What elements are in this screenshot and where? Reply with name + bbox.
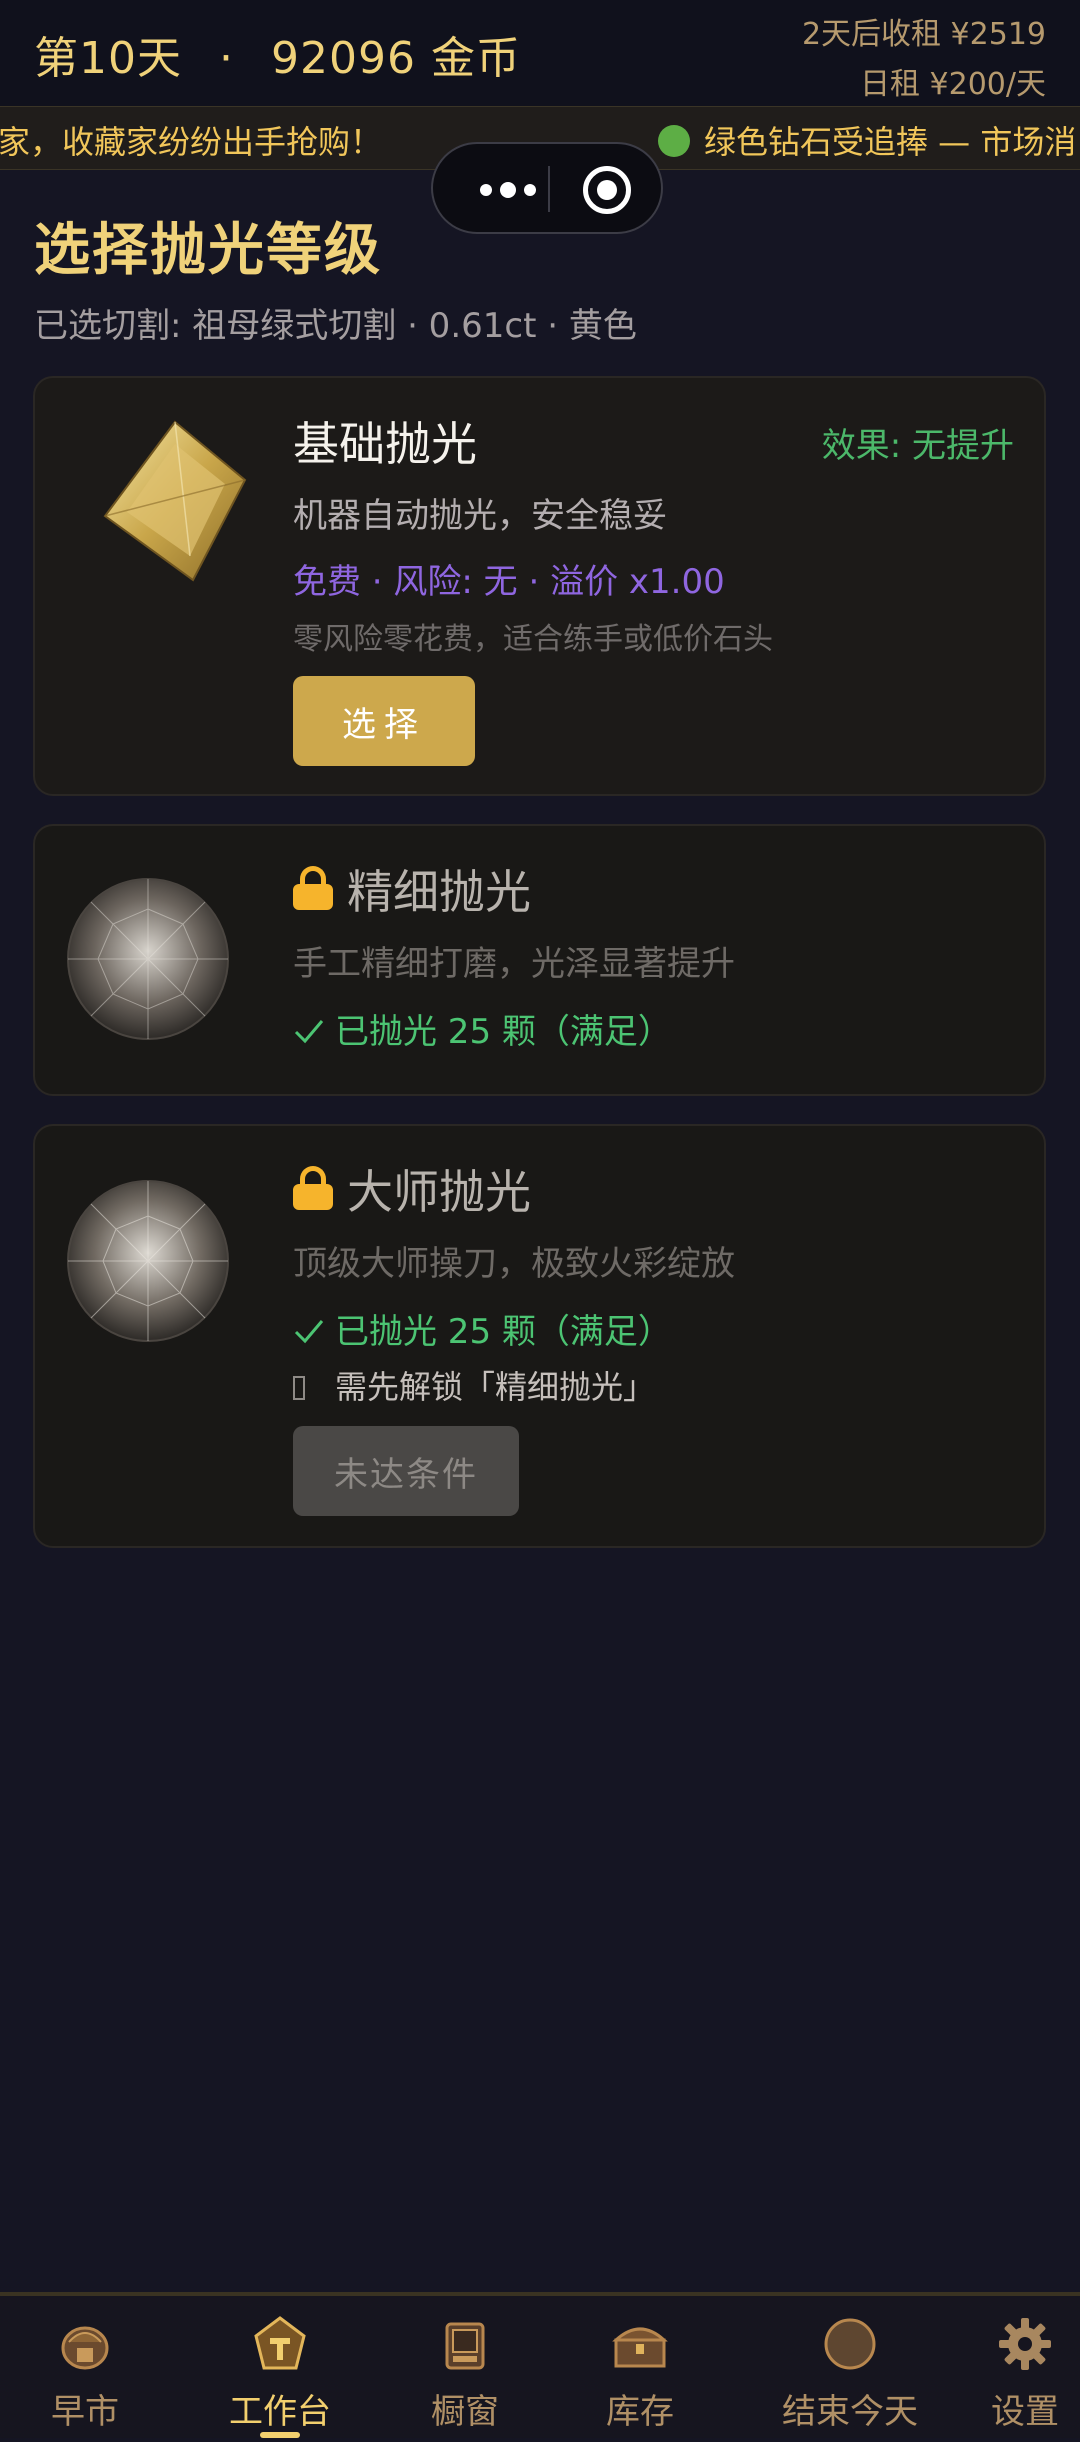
option-title-row: 精细抛光 [293,856,531,922]
lock-icon [293,866,333,910]
capsule-divider [548,166,550,212]
option-description: 手工精细打磨，光泽显著提升 [293,944,735,984]
showcase-icon [445,2322,485,2370]
polish-option-fine: 精细抛光 手工精细打磨，光泽显著提升 已抛光 25 颗（满足） [33,824,1046,1096]
yellow-diamond-icon [103,420,247,582]
market-icon [61,2326,109,2370]
page-subtitle: 已选切割: 祖母绿式切割 · 0.61ct · 黄色 [34,306,637,346]
round-diamond-icon [67,1180,229,1342]
status-header: 第10天 · 92096 金币 2天后收租 ¥2519 日租 ¥200/天 [0,0,1080,106]
option-title: 精细抛光 [347,865,531,919]
polish-option-master: 大师抛光 顶级大师操刀，极致火彩绽放 已抛光 25 颗（满足） 需先解锁「精细抛… [33,1124,1046,1548]
requirement-text: 已抛光 25 颗（满足） [335,1012,672,1052]
option-title: 基础抛光 [293,417,477,471]
check-icon [294,1020,324,1044]
rent-due: 2天后收租 ¥2519 [801,17,1046,52]
option-title-row: 大师抛光 [293,1156,531,1222]
prerequisite-text: 需先解锁「精细抛光」 [335,1368,656,1406]
requirement-status: 已抛光 25 颗（满足） [293,1004,672,1053]
check-icon [294,1320,324,1344]
moon-icon [824,2318,876,2370]
tab-label: 设置 [991,2392,1059,2432]
tab-market[interactable]: 早市 [20,2296,150,2442]
green-dot-icon [658,125,690,157]
option-note: 零风险零花费，适合练手或低价石头 [293,622,773,657]
lock-icon [293,1166,333,1210]
tab-showcase[interactable]: 橱窗 [400,2296,530,2442]
requirement-text: 已抛光 25 颗（满足） [335,1312,672,1352]
bottom-tab-bar: 早市 工作台 橱窗 库存 结束今天 设置 [0,2292,1080,2438]
placeholder-glyph-icon [293,1376,305,1400]
gear-icon [999,2318,1051,2370]
page-title: 选择抛光等级 [34,218,382,283]
day-and-gold: 第10天 · 92096 金币 [34,22,521,86]
miniprogram-capsule [431,142,663,234]
day-label: 第10天 [34,33,182,84]
prerequisite: 需先解锁「精细抛光」 [293,1362,655,1408]
gold-amount: 92096 金币 [271,33,521,84]
select-button[interactable]: 选择 [293,676,475,766]
ticker-text-1: 家，收藏家纷纷出手抢购！ [0,123,383,161]
rent-info: 2天后收租 ¥2519 日租 ¥200/天 [802,10,1046,110]
more-icon[interactable] [463,170,553,210]
close-target-icon[interactable] [583,166,631,214]
separator: · [219,33,234,84]
effect-label: 效果: 无提升 [821,426,1014,466]
tab-settings[interactable]: 设置 [975,2296,1075,2442]
tab-workbench[interactable]: 工作台 [210,2296,350,2442]
ticker-text-2: 绿色钻石受追捧 — 市场消 [704,123,1077,161]
price-risk-premium: 免费 · 风险: 无 · 溢价 x1.00 [293,562,725,602]
workbench-icon [254,2316,306,2370]
requirement-status: 已抛光 25 颗（满足） [293,1304,672,1353]
tab-label: 工作台 [229,2392,331,2432]
tab-label: 结束今天 [782,2392,918,2432]
active-tab-indicator [260,2432,300,2438]
option-description: 顶级大师操刀，极致火彩绽放 [293,1244,735,1284]
tab-label: 橱窗 [431,2392,499,2432]
option-title: 大师抛光 [347,1165,531,1219]
tab-end-day[interactable]: 结束今天 [765,2296,935,2442]
tab-inventory[interactable]: 库存 [575,2296,705,2442]
round-diamond-icon [67,878,229,1040]
option-description: 机器自动抛光，安全稳妥 [293,496,667,536]
polish-option-basic: 基础抛光 效果: 无提升 机器自动抛光，安全稳妥 免费 · 风险: 无 · 溢价… [33,376,1046,796]
treasure-chest-icon [612,2327,668,2368]
daily-rent: 日租 ¥200/天 [860,67,1046,102]
unmet-condition-button[interactable]: 未达条件 [293,1426,519,1516]
tab-label: 早市 [51,2392,119,2432]
tab-label: 库存 [606,2392,674,2432]
ticker-item-2: 绿色钻石受追捧 — 市场消 [658,117,1076,163]
